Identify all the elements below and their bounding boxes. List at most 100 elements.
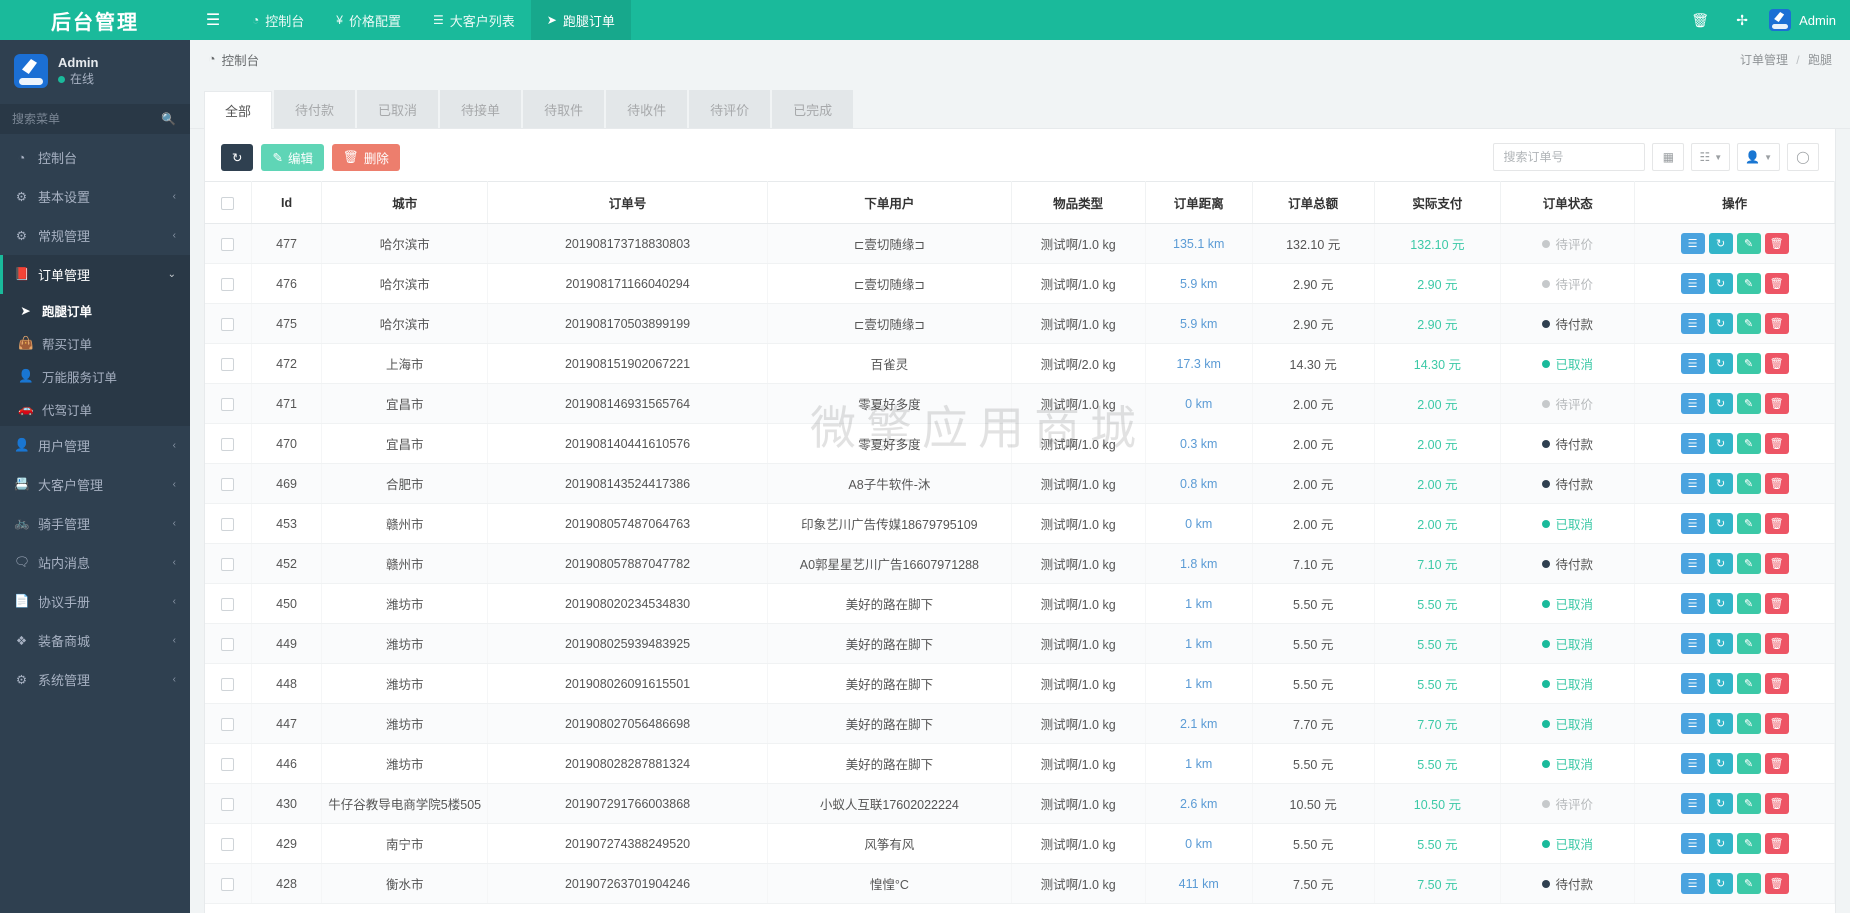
row-refresh-icon[interactable]: ↻ xyxy=(1708,633,1733,654)
sidebar-item-after-4[interactable]: 📄 协议手册 ‹ xyxy=(0,582,190,621)
row-pencil-icon[interactable]: ✎ xyxy=(1736,793,1761,814)
row-pencil-icon[interactable]: ✎ xyxy=(1736,313,1761,334)
row-trash-icon[interactable]: 🗑 xyxy=(1764,633,1789,654)
row-checkbox[interactable] xyxy=(221,837,235,851)
top-nav-item-1[interactable]: ¥ 价格配置 xyxy=(320,0,417,40)
row-refresh-icon[interactable]: ↻ xyxy=(1708,313,1733,334)
row-checkbox[interactable] xyxy=(221,677,235,691)
sidebar-item-after-6[interactable]: ⚙ 系统管理 ‹ xyxy=(0,660,190,699)
table-row[interactable]: 448 潍坊市 201908026091615501 美好的路在脚下 测试啊/1.0 k… xyxy=(205,663,1835,704)
row-refresh-icon[interactable]: ↻ xyxy=(1708,673,1733,694)
row-refresh-icon[interactable]: ↻ xyxy=(1708,713,1733,734)
sidebar-item-after-1[interactable]: 📇 大客户管理 ‹ xyxy=(0,465,190,504)
row-trash-icon[interactable]: 🗑 xyxy=(1764,873,1789,894)
row-checkbox-cell[interactable] xyxy=(205,463,252,504)
row-pencil-icon[interactable]: ✎ xyxy=(1736,713,1761,734)
table-row[interactable]: 453 赣州市 201908057487064763 印象艺川广告传媒18679795… xyxy=(205,503,1835,544)
row-checkbox-cell[interactable] xyxy=(205,703,252,744)
row-pencil-icon[interactable]: ✎ xyxy=(1736,873,1761,894)
row-trash-icon[interactable]: 🗑 xyxy=(1764,553,1789,574)
row-trash-icon[interactable]: 🗑 xyxy=(1764,393,1789,414)
row-checkbox-cell[interactable] xyxy=(205,623,252,664)
sidebar-subitem-2[interactable]: 👤 万能服务订单 xyxy=(0,360,190,393)
row-checkbox[interactable] xyxy=(221,557,235,571)
row-pencil-icon[interactable]: ✎ xyxy=(1736,433,1761,454)
row-checkbox[interactable] xyxy=(221,517,235,531)
row-detail-icon[interactable]: ☰ xyxy=(1680,633,1705,654)
row-detail-icon[interactable]: ☰ xyxy=(1680,553,1705,574)
row-detail-icon[interactable]: ☰ xyxy=(1680,393,1705,414)
row-trash-icon[interactable]: 🗑 xyxy=(1764,713,1789,734)
row-checkbox[interactable] xyxy=(221,797,235,811)
sidebar-profile[interactable]: Admin 在线 xyxy=(0,40,190,98)
row-checkbox-cell[interactable] xyxy=(205,343,252,384)
table-row[interactable]: 471 宜昌市 201908146931565764 零夏好多度 测试啊/1.0 kg 0… xyxy=(205,383,1835,424)
row-refresh-icon[interactable]: ↻ xyxy=(1708,393,1733,414)
row-detail-icon[interactable]: ☰ xyxy=(1680,713,1705,734)
grid-icon[interactable]: ☷ ▼ xyxy=(1691,143,1731,171)
sidebar-subitem-1[interactable]: 👜 帮买订单 xyxy=(0,327,190,360)
table-row[interactable]: 475 哈尔滨市 201908170503899199 ⊏壹切随缘⊐ 测试啊/1.0 k… xyxy=(205,303,1835,344)
row-detail-icon[interactable]: ☰ xyxy=(1680,873,1705,894)
row-trash-icon[interactable]: 🗑 xyxy=(1764,313,1789,334)
row-checkbox-cell[interactable] xyxy=(205,223,252,264)
table-row[interactable]: 470 宜昌市 201908140441610576 零夏好多度 测试啊/1.0 kg 0… xyxy=(205,423,1835,464)
table-row[interactable]: 450 潍坊市 201908020234534830 美好的路在脚下 测试啊/1.0 k… xyxy=(205,583,1835,624)
row-trash-icon[interactable]: 🗑 xyxy=(1764,273,1789,294)
row-checkbox[interactable] xyxy=(221,357,235,371)
row-trash-icon[interactable]: 🗑 xyxy=(1764,513,1789,534)
trash-icon[interactable]: 🗑 xyxy=(1679,0,1721,40)
row-pencil-icon[interactable]: ✎ xyxy=(1736,833,1761,854)
row-checkbox-cell[interactable] xyxy=(205,543,252,584)
row-detail-icon[interactable]: ☰ xyxy=(1680,313,1705,334)
table-row[interactable]: 452 赣州市 201908057887047782 A0郭星星艺川广告1660797… xyxy=(205,543,1835,584)
row-checkbox-cell[interactable] xyxy=(205,263,252,304)
sidebar-item-1[interactable]: ⚙ 基本设置 ‹ xyxy=(0,177,190,216)
sidebar-item-3[interactable]: 📕 订单管理 ⌄ xyxy=(0,255,190,294)
row-trash-icon[interactable]: 🗑 xyxy=(1764,233,1789,254)
row-refresh-icon[interactable]: ↻ xyxy=(1708,433,1733,454)
row-detail-icon[interactable]: ☰ xyxy=(1680,473,1705,494)
top-nav-item-0[interactable]: ◔ 控制台 xyxy=(236,0,320,40)
row-detail-icon[interactable]: ☰ xyxy=(1680,233,1705,254)
row-pencil-icon[interactable]: ✎ xyxy=(1736,393,1761,414)
row-detail-icon[interactable]: ☰ xyxy=(1680,593,1705,614)
row-pencil-icon[interactable]: ✎ xyxy=(1736,753,1761,774)
row-detail-icon[interactable]: ☰ xyxy=(1680,673,1705,694)
row-checkbox[interactable] xyxy=(221,437,235,451)
row-pencil-icon[interactable]: ✎ xyxy=(1736,633,1761,654)
table-row[interactable]: 446 潍坊市 201908028287881324 美好的路在脚下 测试啊/1.0 k… xyxy=(205,743,1835,784)
sidebar-subitem-0[interactable]: ➤ 跑腿订单 xyxy=(0,294,190,327)
row-pencil-icon[interactable]: ✎ xyxy=(1736,673,1761,694)
tab-4[interactable]: 待取件 xyxy=(523,90,605,128)
sidebar-subitem-3[interactable]: 🚗 代驾订单 xyxy=(0,393,190,426)
row-refresh-icon[interactable]: ↻ xyxy=(1708,873,1733,894)
row-pencil-icon[interactable]: ✎ xyxy=(1736,513,1761,534)
select-all-checkbox[interactable] xyxy=(221,196,235,210)
row-trash-icon[interactable]: 🗑 xyxy=(1764,433,1789,454)
delete-button[interactable]: 🗑 删除 xyxy=(331,143,400,171)
row-refresh-icon[interactable]: ↻ xyxy=(1708,793,1733,814)
table-row[interactable]: 429 南宁市 201907274388249520 风筝有风 测试啊/1.0 kg 0 … xyxy=(205,823,1835,864)
row-checkbox[interactable] xyxy=(221,317,235,331)
table-row[interactable]: 469 合肥市 201908143524417386 A8子牛软件-沐 测试啊/1.0 … xyxy=(205,463,1835,504)
sidebar-item-0[interactable]: ◔ 控制台 xyxy=(0,138,190,177)
row-checkbox-cell[interactable] xyxy=(205,383,252,424)
expand-icon[interactable]: ✢ xyxy=(1721,0,1763,40)
tab-3[interactable]: 待接单 xyxy=(440,90,522,128)
table-row[interactable]: 476 哈尔滨市 201908171166040294 ⊏壹切随缘⊐ 测试啊/1.0 k… xyxy=(205,263,1835,304)
row-pencil-icon[interactable]: ✎ xyxy=(1736,593,1761,614)
tab-7[interactable]: 已完成 xyxy=(772,90,854,128)
row-checkbox-cell[interactable] xyxy=(205,503,252,544)
row-checkbox-cell[interactable] xyxy=(205,423,252,464)
menu-search[interactable]: 🔍 xyxy=(0,104,190,134)
tab-0[interactable]: 全部 xyxy=(204,91,273,129)
row-trash-icon[interactable]: 🗑 xyxy=(1764,593,1789,614)
row-refresh-icon[interactable]: ↻ xyxy=(1708,553,1733,574)
row-checkbox-cell[interactable] xyxy=(205,783,252,824)
row-checkbox-cell[interactable] xyxy=(205,583,252,624)
tab-2[interactable]: 已取消 xyxy=(357,90,439,128)
row-trash-icon[interactable]: 🗑 xyxy=(1764,673,1789,694)
circle-icon[interactable]: ◯ xyxy=(1787,143,1819,171)
row-refresh-icon[interactable]: ↻ xyxy=(1708,753,1733,774)
